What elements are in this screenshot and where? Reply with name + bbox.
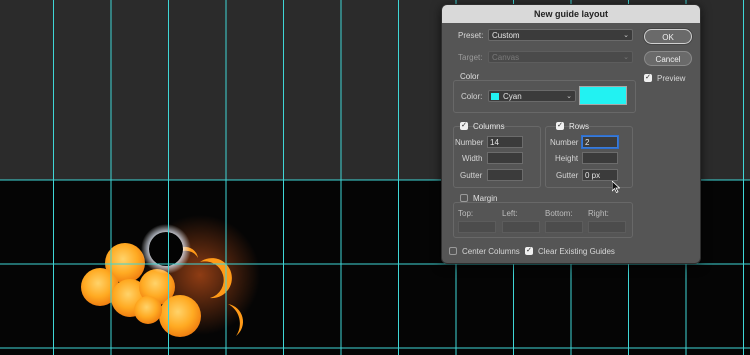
new-guide-layout-dialog: New guide layout Preset: Custom ⌄ Target… xyxy=(441,4,701,264)
columns-checkbox[interactable]: ✓ xyxy=(460,122,468,130)
margin-label: Margin xyxy=(473,194,498,203)
columns-number-label: Number xyxy=(455,138,484,147)
columns-width-input[interactable] xyxy=(487,152,523,164)
columns-width-label: Width xyxy=(462,154,483,163)
ok-button[interactable]: OK xyxy=(644,29,692,44)
margin-right-input[interactable] xyxy=(588,221,626,233)
margin-top-input[interactable] xyxy=(458,221,496,233)
center-columns-label: Center Columns xyxy=(462,247,520,256)
margin-checkbox[interactable] xyxy=(460,194,468,202)
center-columns-checkbox[interactable] xyxy=(449,247,457,255)
rows-label: Rows xyxy=(569,122,590,131)
cancel-button[interactable]: Cancel xyxy=(644,51,692,66)
rows-checkbox[interactable]: ✓ xyxy=(556,122,564,130)
color-swatch[interactable] xyxy=(579,86,627,105)
target-select: Canvas ⌄ xyxy=(488,51,633,63)
rows-height-label: Height xyxy=(555,154,579,163)
chevron-down-icon: ⌄ xyxy=(623,54,629,61)
target-value: Canvas xyxy=(492,53,520,62)
preset-label: Preset: xyxy=(458,31,484,40)
clear-existing-guides-label: Clear Existing Guides xyxy=(538,247,615,256)
preset-value: Custom xyxy=(492,31,520,40)
columns-label: Columns xyxy=(473,122,505,131)
rows-gutter-input[interactable] xyxy=(582,169,618,181)
columns-number-input[interactable] xyxy=(487,136,523,148)
preview-label: Preview xyxy=(657,74,686,83)
columns-gutter-input[interactable] xyxy=(487,169,523,181)
color-label: Color: xyxy=(461,92,483,101)
margin-top-label: Top: xyxy=(458,209,474,218)
color-value: Cyan xyxy=(503,92,522,101)
target-label: Target: xyxy=(458,53,483,62)
rows-gutter-label: Gutter xyxy=(556,171,579,180)
color-select[interactable]: Cyan ⌄ xyxy=(488,90,576,102)
dialog-title: New guide layout xyxy=(442,5,700,23)
rows-number-label: Number xyxy=(550,138,579,147)
rows-height-input[interactable] xyxy=(582,152,618,164)
color-chip xyxy=(491,93,499,100)
preset-select[interactable]: Custom ⌄ xyxy=(488,29,633,41)
preview-checkbox[interactable]: ✓ xyxy=(644,74,652,82)
margin-right-label: Right: xyxy=(588,209,609,218)
margin-bottom-label: Bottom: xyxy=(545,209,573,218)
clear-existing-guides-checkbox[interactable]: ✓ xyxy=(525,247,533,255)
mouse-pointer-icon xyxy=(612,181,620,193)
chevron-down-icon: ⌄ xyxy=(566,93,572,100)
rows-number-input[interactable] xyxy=(582,136,618,148)
margin-left-input[interactable] xyxy=(502,221,540,233)
margin-left-label: Left: xyxy=(502,209,518,218)
columns-gutter-label: Gutter xyxy=(460,171,483,180)
margin-bottom-input[interactable] xyxy=(545,221,583,233)
chevron-down-icon: ⌄ xyxy=(623,32,629,39)
